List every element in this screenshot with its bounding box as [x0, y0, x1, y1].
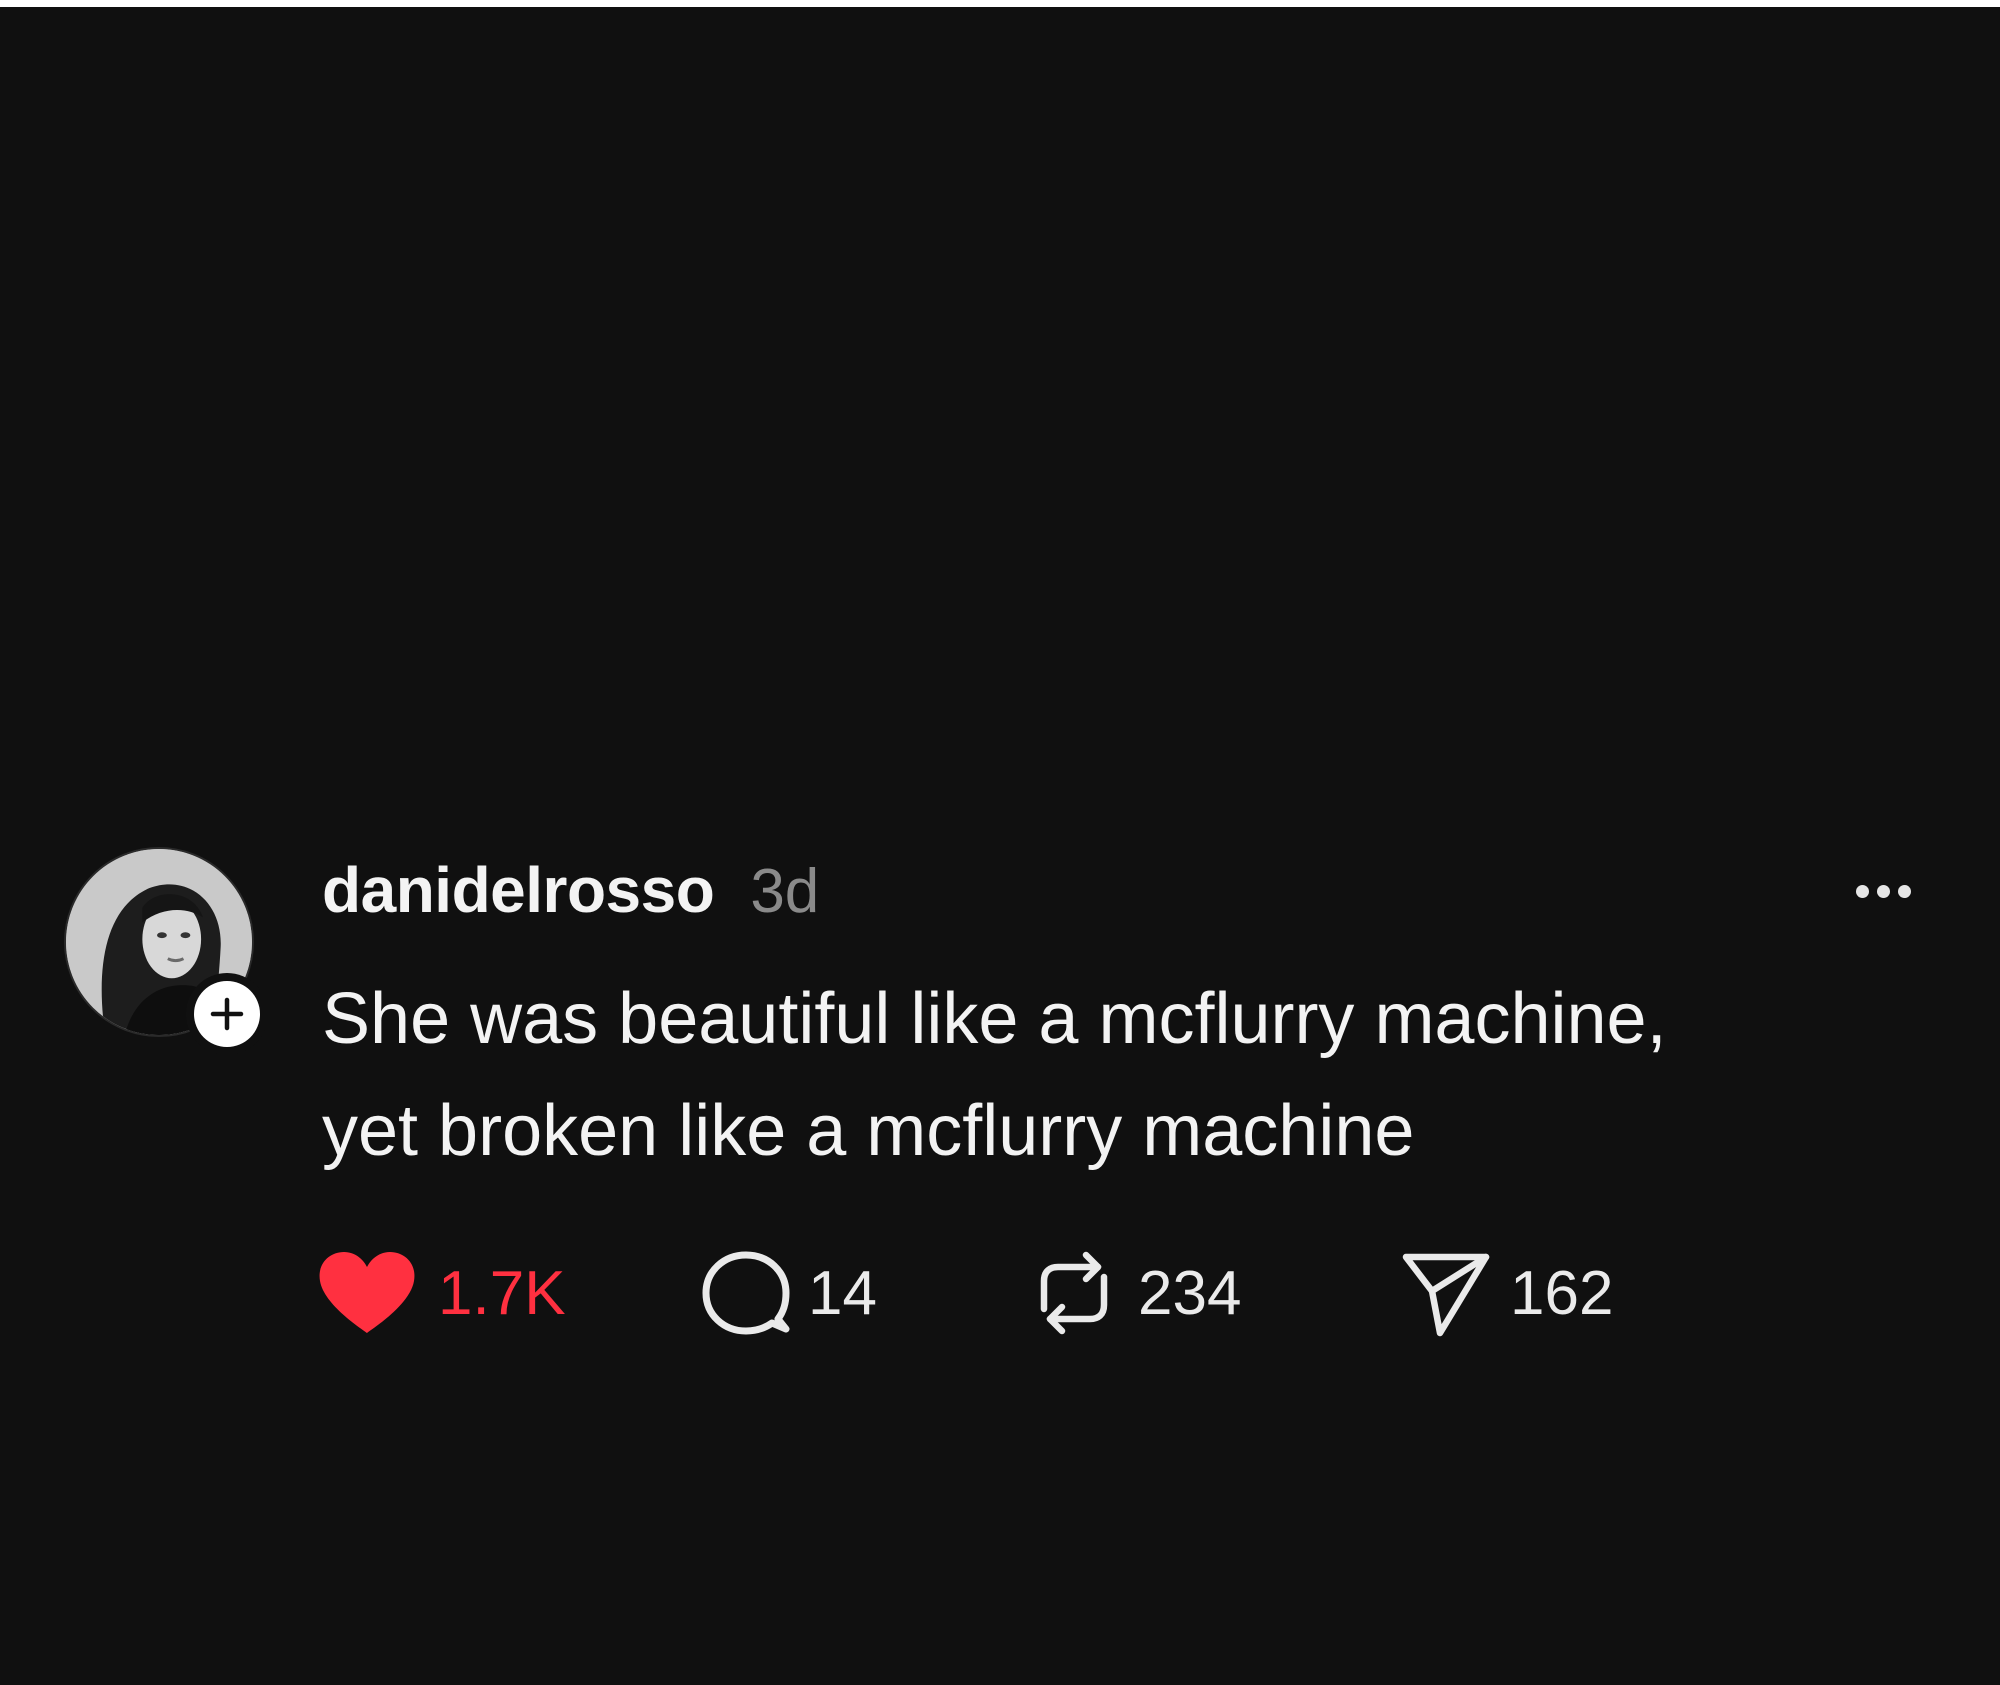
timestamp[interactable]: 3d — [750, 856, 819, 927]
like-count: 1.7K — [438, 1258, 566, 1328]
share-button[interactable]: 162 — [1400, 1245, 1613, 1341]
app-screen: danidelrosso 3d She was beautiful like a… — [0, 7, 2000, 1685]
author-avatar-container[interactable] — [64, 847, 268, 1055]
more-horizontal-icon-dot-2 — [1876, 884, 1890, 898]
repost-button[interactable]: 234 — [1028, 1245, 1241, 1341]
repost-count: 234 — [1138, 1258, 1242, 1328]
follow-button[interactable] — [186, 973, 268, 1055]
post-text-line-1: She was beautiful like a mcflurry machin… — [322, 979, 1667, 1059]
share-count: 162 — [1510, 1258, 1614, 1328]
plus-icon — [210, 997, 244, 1031]
post-body: She was beautiful like a mcflurry machin… — [322, 963, 1962, 1187]
repost-icon — [1040, 1251, 1108, 1335]
like-button[interactable]: 1.7K — [318, 1245, 566, 1341]
more-options-button[interactable] — [1838, 871, 1928, 911]
heart-icon — [319, 1252, 415, 1333]
reply-count: 14 — [808, 1258, 877, 1328]
post-text-line-2: yet broken like a mcflurry machine — [322, 1091, 1415, 1171]
reply-button[interactable]: 14 — [702, 1245, 877, 1341]
speech-bubble-icon — [702, 1251, 790, 1335]
follow-button-circle — [194, 981, 260, 1047]
action-bar: 1.7K 14 234 162 — [318, 1245, 1718, 1341]
more-horizontal-icon-dot-3 — [1897, 884, 1911, 898]
username[interactable]: danidelrosso — [322, 853, 715, 927]
more-horizontal-icon-dot-1 — [1855, 884, 1869, 898]
post-header: danidelrosso 3d — [322, 853, 819, 933]
paper-plane-icon — [1402, 1253, 1490, 1337]
thread-post: danidelrosso 3d She was beautiful like a… — [0, 7, 2000, 1685]
